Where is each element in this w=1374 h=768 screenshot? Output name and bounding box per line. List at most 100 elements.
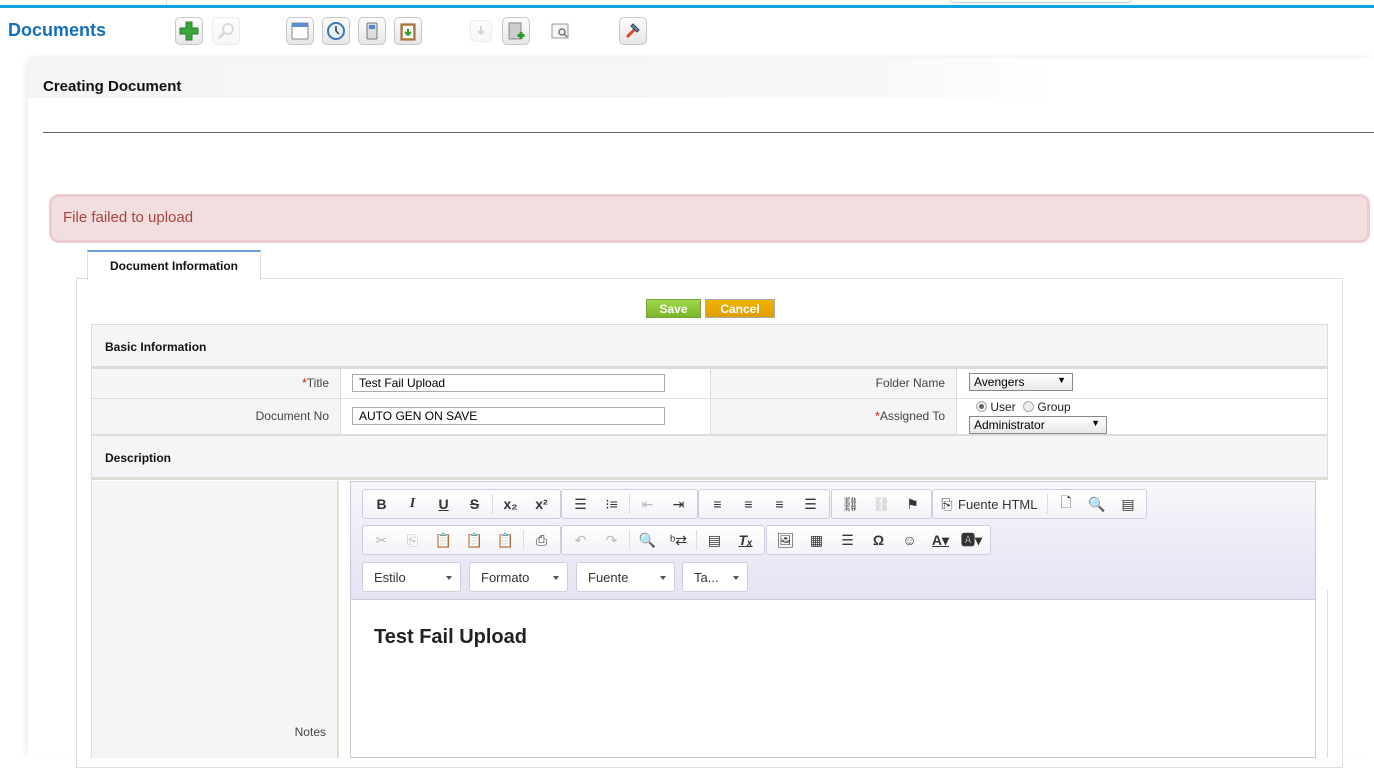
toolbar-group-document: ⎘ Fuente HTML 🗋 🔍 ▤ xyxy=(932,489,1148,519)
hammer-icon xyxy=(625,23,640,39)
table-icon[interactable]: ▦ xyxy=(801,528,832,552)
editor-toolbar: B I U S x₂ x² ☰ ⁝≡ ⇤ ⇥ ≡ ≡ ≡ ☰ ⛓ ⛓ ⚑ ⎘ F… xyxy=(351,482,1315,600)
print-icon[interactable]: ⎙ xyxy=(526,528,557,552)
calendar-button[interactable] xyxy=(286,17,314,45)
toolbar-group-lists: ☰ ⁝≡ ⇤ ⇥ xyxy=(561,489,698,519)
export-button[interactable] xyxy=(470,20,492,42)
magnifier-icon xyxy=(217,23,234,40)
source-icon[interactable]: ⎘ xyxy=(936,492,958,516)
notes-label: Notes xyxy=(294,725,326,739)
form-row: *Title Test Fail Upload Folder Name Aven… xyxy=(91,369,1328,399)
italic-button[interactable]: I xyxy=(397,492,428,516)
special-char-icon[interactable]: Ω xyxy=(863,528,894,552)
select-all-icon[interactable]: ▤ xyxy=(699,528,730,552)
remove-format-icon[interactable]: Tₓ xyxy=(730,528,761,552)
cut-icon[interactable]: ✂ xyxy=(366,528,397,552)
templates-icon[interactable]: ▤ xyxy=(1112,492,1143,516)
folder-name-label: Folder Name xyxy=(711,369,957,398)
unlink-icon[interactable]: ⛓ xyxy=(866,492,897,516)
caret-down-icon xyxy=(553,576,559,580)
dropdown-arrow-icon: ▼ xyxy=(1057,375,1066,385)
bold-button[interactable]: B xyxy=(366,492,397,516)
document-no-label: Document No xyxy=(92,399,340,434)
caret-down-icon xyxy=(733,576,739,580)
replace-icon[interactable]: ᵇ⇄ xyxy=(663,528,694,552)
indent-icon[interactable]: ⇥ xyxy=(663,492,694,516)
assigned-to-label: *Assigned To xyxy=(711,399,957,434)
title-input[interactable]: Test Fail Upload xyxy=(352,374,665,392)
anchor-flag-icon[interactable]: ⚑ xyxy=(897,492,928,516)
toolbar-group-edit: ↶ ↷ 🔍 ᵇ⇄ ▤ Tₓ xyxy=(561,525,765,555)
underline-button[interactable]: U xyxy=(428,492,459,516)
align-center-icon[interactable]: ≡ xyxy=(733,492,764,516)
paste-word-icon[interactable]: 📋 xyxy=(490,528,521,552)
export-icon xyxy=(477,26,485,36)
tab-document-information[interactable]: Document Information xyxy=(87,250,261,280)
redo-icon[interactable]: ↷ xyxy=(596,528,627,552)
clock-button[interactable] xyxy=(322,17,350,45)
calendar-icon xyxy=(291,22,309,40)
numbered-list-icon[interactable]: ☰ xyxy=(565,492,596,516)
paste-icon[interactable]: 📋 xyxy=(428,528,459,552)
assigned-to-select[interactable]: Administrator ▼ xyxy=(969,416,1107,434)
radio-group[interactable] xyxy=(1023,401,1035,412)
toolbar-group-insert: 🖼 ▦ ☰ Ω ☺ A▾ 🅰▾ xyxy=(766,525,991,555)
align-left-icon[interactable]: ≡ xyxy=(702,492,733,516)
notes-editor: B I U S x₂ x² ☰ ⁝≡ ⇤ ⇥ ≡ ≡ ≡ ☰ ⛓ ⛓ ⚑ ⎘ F… xyxy=(350,481,1316,758)
toolbar-group-clipboard: ✂ ⎘ 📋 📋 📋 ⎙ xyxy=(362,525,561,555)
toolbar-group-basic: B I U S x₂ x² xyxy=(362,489,561,519)
outdent-icon[interactable]: ⇤ xyxy=(632,492,663,516)
clock-icon xyxy=(327,22,345,40)
divider xyxy=(1342,590,1343,758)
assign-type-radios: User Group xyxy=(976,400,1071,414)
form-row: Document No AUTO GEN ON SAVE *Assigned T… xyxy=(91,399,1328,435)
background-color-icon[interactable]: 🅰▾ xyxy=(956,528,987,552)
create-button[interactable] xyxy=(175,17,203,45)
justify-icon[interactable]: ☰ xyxy=(795,492,826,516)
section-basic-information: Basic Information xyxy=(91,324,1328,369)
find-icon[interactable]: 🔍 xyxy=(632,528,663,552)
editor-content[interactable]: Test Fail Upload xyxy=(374,626,527,649)
clipboard-import-icon xyxy=(400,23,416,41)
smiley-icon[interactable]: ☺ xyxy=(894,528,925,552)
search-button[interactable] xyxy=(212,17,240,45)
new-page-icon[interactable]: 🗋 xyxy=(1050,492,1081,516)
dropdown-arrow-icon: ▼ xyxy=(1091,418,1100,428)
horizontal-rule-icon[interactable]: ☰ xyxy=(832,528,863,552)
divider xyxy=(1327,590,1328,758)
subscript-button[interactable]: x₂ xyxy=(495,492,526,516)
paste-text-icon[interactable]: 📋 xyxy=(459,528,490,552)
text-color-icon[interactable]: A▾ xyxy=(925,528,956,552)
size-combo[interactable]: Ta... xyxy=(682,562,748,592)
caret-down-icon xyxy=(660,576,666,580)
find-duplicates-button[interactable] xyxy=(549,20,571,42)
cancel-button[interactable]: Cancel xyxy=(705,299,775,318)
import-button[interactable] xyxy=(394,17,422,45)
section-description: Description xyxy=(91,435,1328,480)
accent-bar xyxy=(0,5,1374,8)
copy-icon[interactable]: ⎘ xyxy=(397,528,428,552)
undo-icon[interactable]: ↶ xyxy=(565,528,596,552)
image-icon[interactable]: 🖼 xyxy=(770,528,801,552)
document-no-input[interactable]: AUTO GEN ON SAVE xyxy=(352,407,665,425)
toolbar-group-links: ⛓ ⛓ ⚑ xyxy=(831,489,932,519)
style-combo[interactable]: Estilo xyxy=(362,562,461,592)
format-combo[interactable]: Formato xyxy=(469,562,568,592)
bulleted-list-icon[interactable]: ⁝≡ xyxy=(596,492,627,516)
title-label: *Title xyxy=(92,369,340,398)
notes-label-cell: Notes xyxy=(91,481,339,758)
folder-name-select[interactable]: Avengers ▼ xyxy=(969,373,1073,391)
strikethrough-button[interactable]: S xyxy=(459,492,490,516)
source-html-button[interactable]: Fuente HTML xyxy=(958,497,1045,512)
radio-user[interactable] xyxy=(976,401,987,412)
preview-icon[interactable]: 🔍 xyxy=(1081,492,1112,516)
calculator-button[interactable] xyxy=(358,17,386,45)
font-combo[interactable]: Fuente xyxy=(576,562,675,592)
align-right-icon[interactable]: ≡ xyxy=(764,492,795,516)
link-icon[interactable]: ⛓ xyxy=(835,492,866,516)
global-search-input[interactable] xyxy=(950,0,1132,3)
add-document-button[interactable] xyxy=(502,17,530,45)
save-button[interactable]: Save xyxy=(646,299,701,318)
superscript-button[interactable]: x² xyxy=(526,492,557,516)
settings-button[interactable] xyxy=(619,17,647,45)
